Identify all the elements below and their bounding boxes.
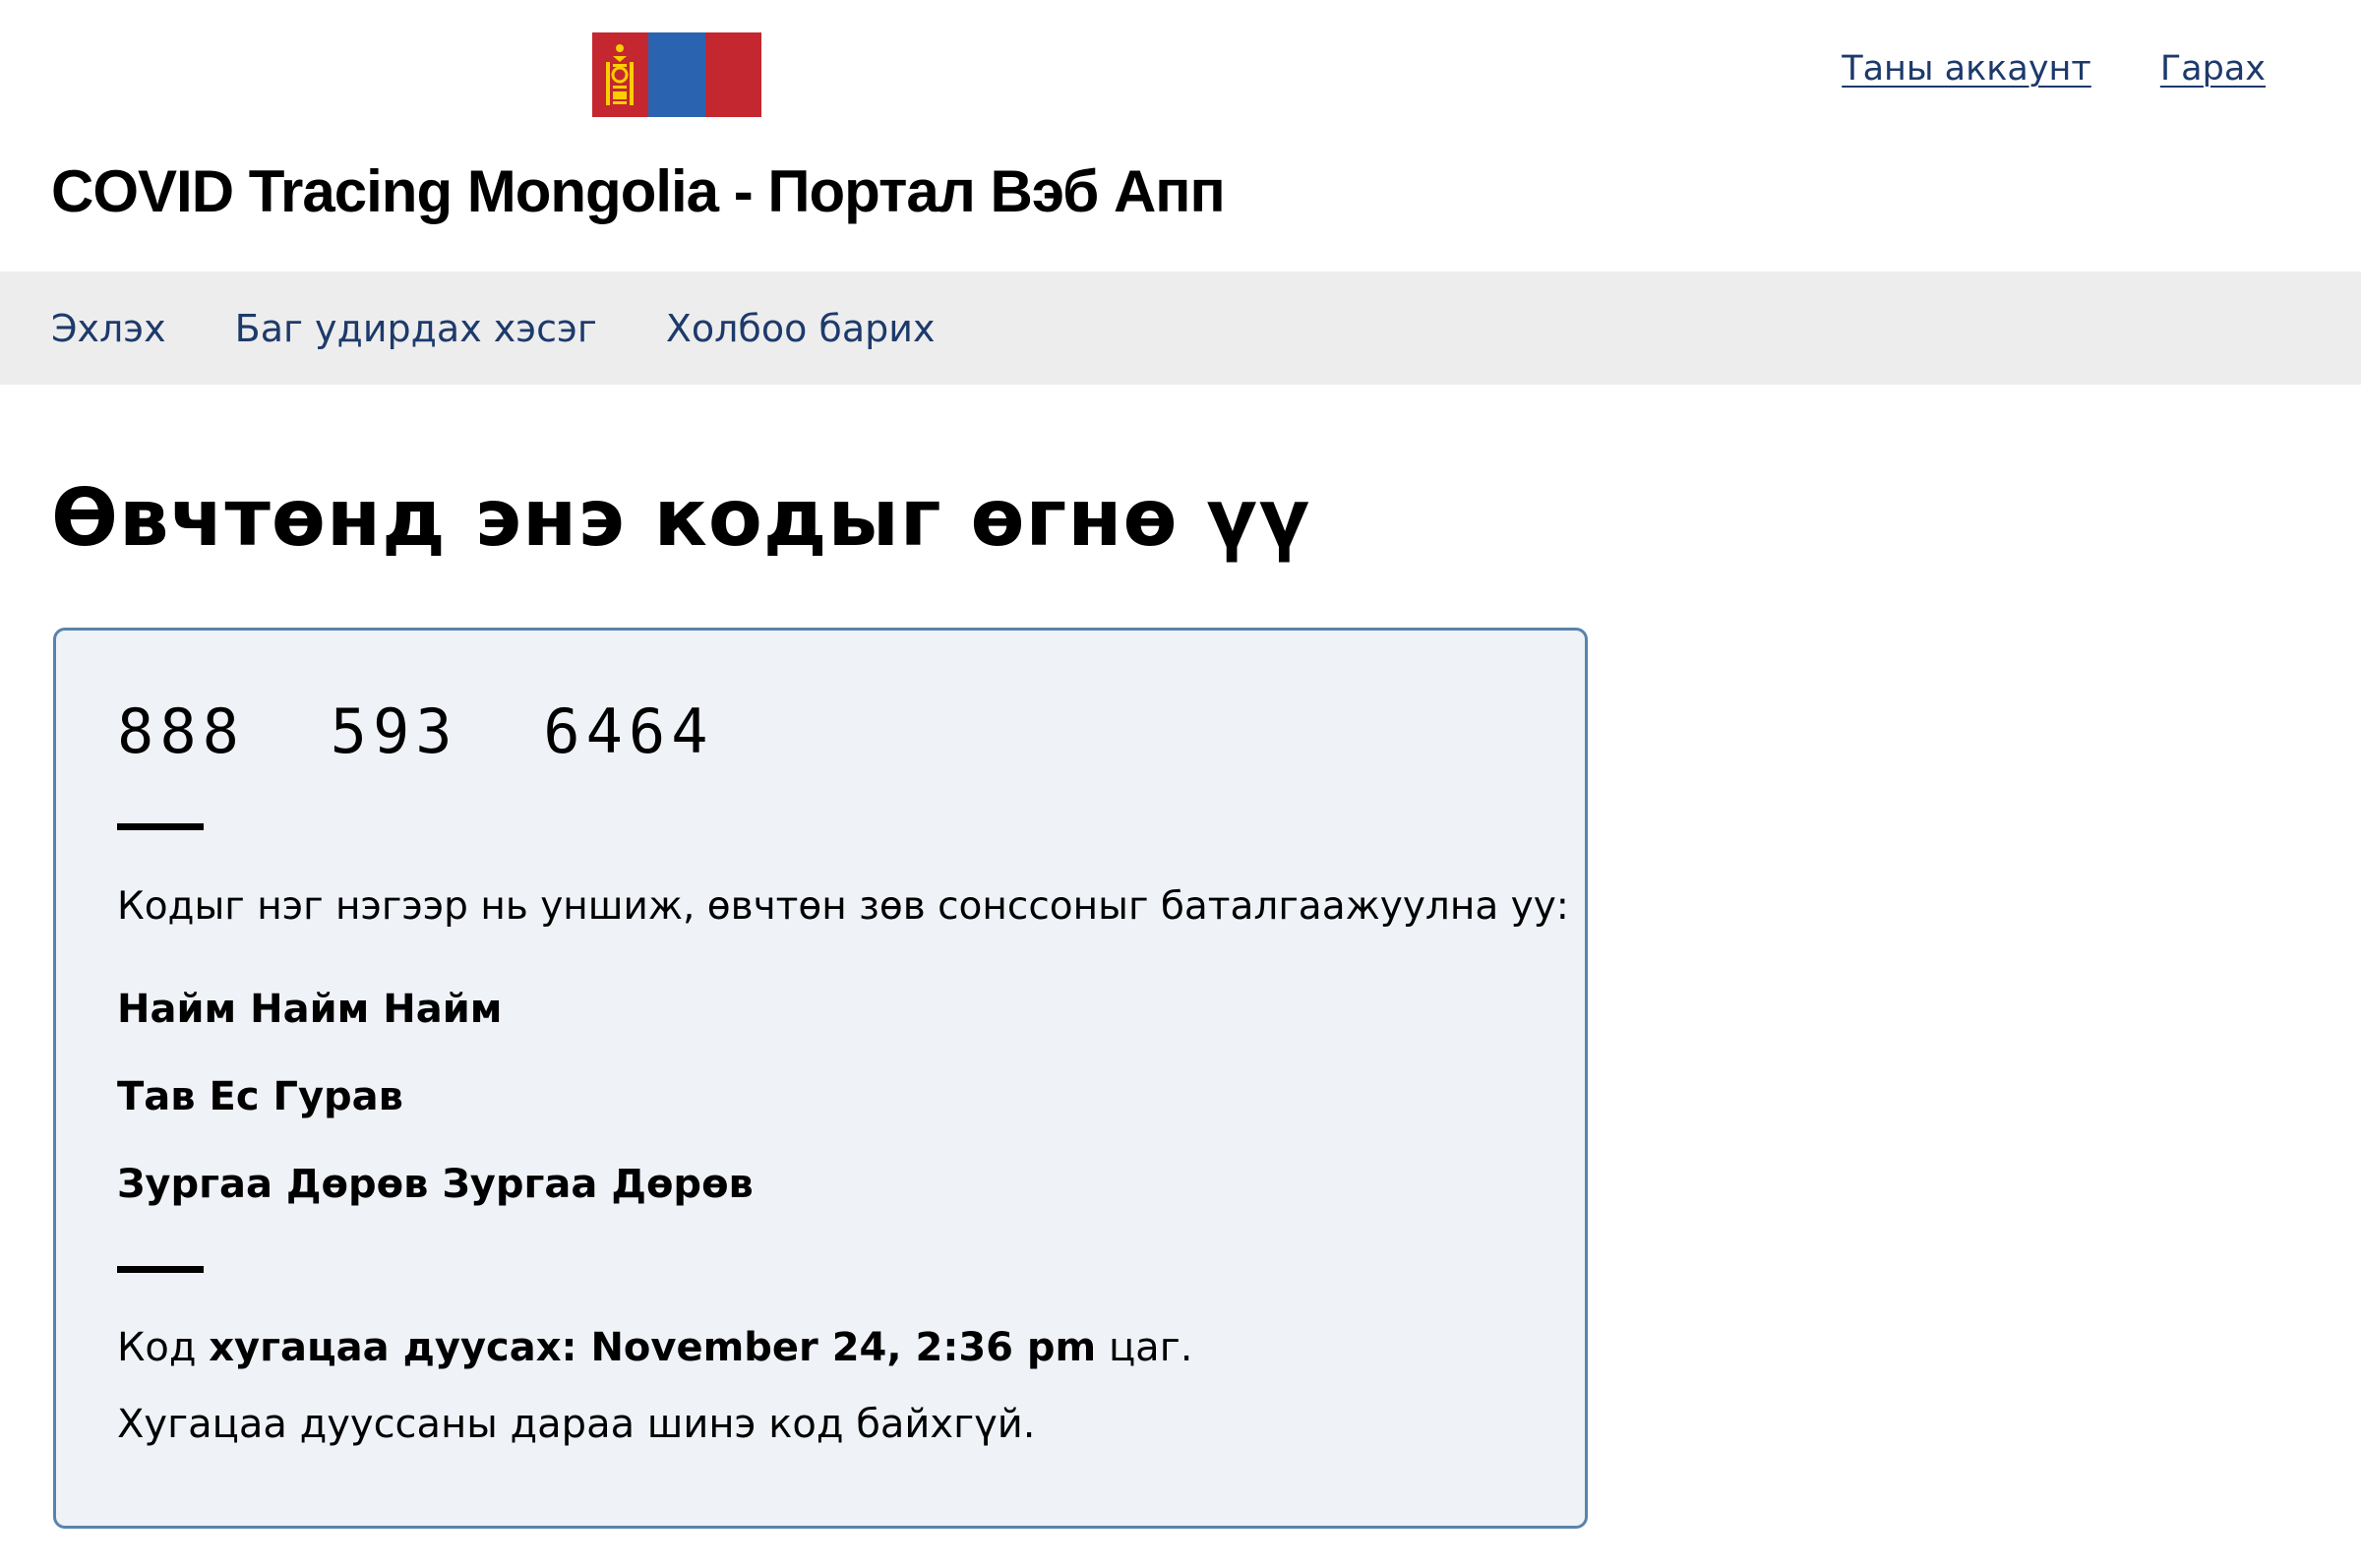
logout-link[interactable]: Гарах — [2160, 49, 2266, 89]
nav-item-contact[interactable]: Холбоо барих — [666, 307, 936, 350]
spoken-code-group-2: Тав Ес Гурав — [117, 1074, 403, 1119]
no-new-code-note: Хугацаа дууссаны дараа шинэ код байхгүй. — [117, 1402, 1036, 1447]
site-title: COVID Tracing Mongolia - Портал Вэб Апп — [51, 158, 1226, 224]
spoken-code-group-1: Найм Найм Найм — [117, 987, 503, 1032]
code-expiry: Код хугацаа дуусах: November 24, 2:36 pm… — [117, 1325, 1192, 1370]
main-nav: Эхлэх Баг удирдах хэсэг Холбоо барих — [0, 271, 2361, 385]
divider — [117, 823, 204, 830]
account-links: Таны аккаунт Гарах — [1842, 49, 2266, 89]
page-title: Өвчтөнд энэ кодыг өгнө үү — [51, 472, 1311, 564]
soyombo-emblem-icon — [606, 44, 634, 105]
account-link[interactable]: Таны аккаунт — [1842, 49, 2091, 89]
read-aloud-instruction: Кодыг нэг нэгээр нь уншиж, өвчтөн зөв со… — [117, 884, 1569, 929]
flag-stripe-left — [592, 32, 649, 117]
expiry-time: хугацаа дуусах: November 24, 2:36 pm — [209, 1325, 1097, 1370]
expiry-suffix: цаг. — [1096, 1325, 1193, 1370]
flag-stripe-right — [704, 32, 761, 117]
verification-code: 888 593 6464 — [117, 695, 714, 767]
verification-code-card: 888 593 6464 Кодыг нэг нэгээр нь уншиж, … — [53, 628, 1588, 1529]
nav-item-team-management[interactable]: Баг удирдах хэсэг — [235, 307, 597, 350]
mongolia-flag-logo — [592, 32, 761, 117]
expiry-prefix: Код — [117, 1325, 210, 1370]
nav-item-home[interactable]: Эхлэх — [51, 307, 166, 350]
spoken-code-group-3: Зургаа Дөрөв Зургаа Дөрөв — [117, 1162, 754, 1207]
divider — [117, 1266, 204, 1273]
flag-stripe-center — [648, 32, 705, 117]
